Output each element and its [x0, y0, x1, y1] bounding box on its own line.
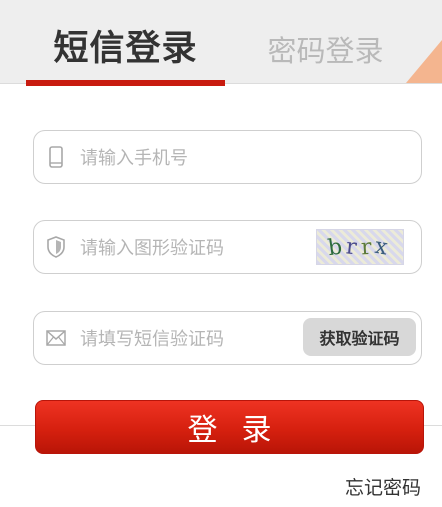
get-code-button[interactable]: 获取验证码	[303, 318, 416, 356]
phone-field	[33, 130, 422, 184]
corner-decoration	[406, 40, 442, 83]
tab-password-login[interactable]: 密码登录	[258, 0, 393, 84]
sms-code-input[interactable]	[78, 322, 302, 356]
tab-password-login-label: 密码登录	[267, 34, 384, 68]
phone-input[interactable]	[78, 141, 412, 175]
tab-sms-login[interactable]: 短信登录	[26, 0, 225, 86]
tab-sms-login-label: 短信登录	[53, 29, 198, 69]
active-tab-indicator	[26, 80, 225, 86]
sms-code-field: 获取验证码	[33, 311, 422, 365]
captcha-input[interactable]	[78, 231, 302, 265]
forgot-password-link[interactable]: 忘记密码	[345, 473, 421, 500]
shield-icon	[46, 236, 66, 258]
phone-icon	[46, 146, 66, 168]
login-tabs: 短信登录 密码登录	[0, 0, 442, 86]
login-button[interactable]: 登录	[35, 400, 424, 454]
captcha-field: b r r x	[33, 220, 422, 274]
mail-icon	[46, 327, 66, 349]
captcha-char: x	[373, 233, 394, 261]
captcha-image[interactable]: b r r x	[316, 229, 404, 265]
